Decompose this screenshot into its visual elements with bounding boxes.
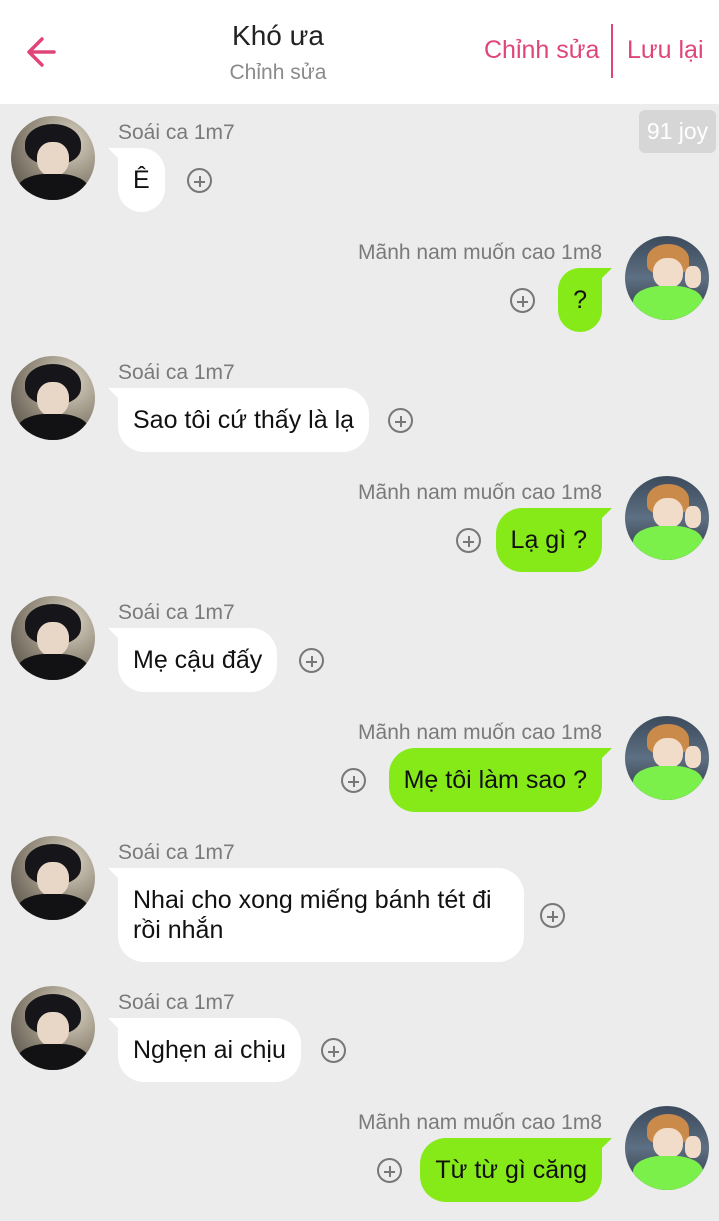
add-reaction-icon[interactable] [377, 1158, 402, 1183]
avatar-left[interactable] [11, 596, 95, 680]
add-reaction-icon[interactable] [510, 288, 535, 313]
message-bubble: Lạ gì ? [495, 508, 613, 572]
avatar-right[interactable] [625, 476, 709, 560]
add-reaction-icon[interactable] [388, 408, 413, 433]
message-bubble: Nhai cho xong miếng bánh tét đi rồi nhắn [108, 868, 524, 962]
edit-button[interactable]: Chỉnh sửa [484, 36, 599, 65]
page-subtitle: Chỉnh sửa [229, 61, 327, 84]
avatar-right[interactable] [625, 236, 709, 320]
sender-name: Mãnh nam muốn cao 1m8 [358, 1111, 602, 1134]
avatar-left[interactable] [11, 356, 95, 440]
sender-name: Mãnh nam muốn cao 1m8 [358, 241, 602, 264]
message-bubble: Ê [108, 148, 165, 212]
avatar-right[interactable] [625, 716, 709, 800]
avatar-left[interactable] [11, 986, 95, 1070]
sender-name: Soái ca 1m7 [118, 121, 235, 144]
arrow-left-icon[interactable] [22, 30, 62, 74]
sender-name: Mãnh nam muốn cao 1m8 [358, 721, 602, 744]
sender-name: Soái ca 1m7 [118, 601, 235, 624]
avatar-left[interactable] [11, 116, 95, 200]
message-bubble: Từ từ gì căng [420, 1138, 612, 1202]
avatar-right[interactable] [625, 1106, 709, 1190]
page-title: Khó ưa [232, 20, 324, 51]
app-header: Khó ưa Chỉnh sửa Chỉnh sửa Lưu lại [0, 0, 719, 104]
header-divider [611, 24, 613, 78]
sender-name: Soái ca 1m7 [118, 991, 235, 1014]
sender-name: Soái ca 1m7 [118, 841, 235, 864]
joy-badge: 91 joy [639, 110, 716, 153]
message-bubble: ? [558, 268, 612, 332]
add-reaction-icon[interactable] [299, 648, 324, 673]
save-button[interactable]: Lưu lại [627, 36, 704, 65]
avatar-left[interactable] [11, 836, 95, 920]
message-bubble: Nghẹn ai chịu [108, 1018, 301, 1082]
add-reaction-icon[interactable] [456, 528, 481, 553]
message-bubble: Mẹ tôi làm sao ? [388, 748, 613, 812]
add-reaction-icon[interactable] [187, 168, 212, 193]
add-reaction-icon[interactable] [341, 768, 366, 793]
add-reaction-icon[interactable] [321, 1038, 346, 1063]
message-bubble: Sao tôi cứ thấy là lạ [107, 388, 370, 452]
sender-name: Mãnh nam muốn cao 1m8 [358, 481, 602, 504]
sender-name: Soái ca 1m7 [118, 361, 235, 384]
add-reaction-icon[interactable] [540, 903, 565, 928]
message-bubble: Mẹ cậu đấy [107, 628, 278, 692]
